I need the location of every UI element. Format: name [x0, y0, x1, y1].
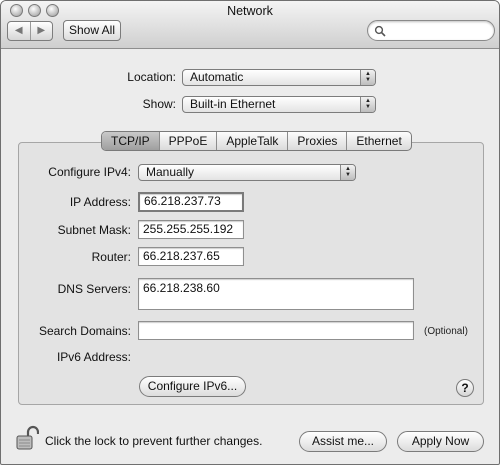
ip-address-label: IP Address:	[69, 195, 131, 209]
tab-pppoe[interactable]: PPPoE	[158, 132, 217, 150]
location-popup[interactable]: Automatic ▲ ▼	[182, 69, 376, 86]
configure-ipv6-button[interactable]: Configure IPv6...	[139, 376, 246, 397]
ipv6-address-label: IPv6 Address:	[56, 350, 131, 364]
back-arrow-icon[interactable]: ◀	[8, 22, 31, 40]
popup-arrows-icon: ▲ ▼	[340, 165, 355, 180]
tcpip-panel	[18, 142, 484, 405]
optional-hint: (Optional)	[424, 326, 468, 337]
show-popup[interactable]: Built-in Ethernet ▲ ▼	[182, 96, 376, 113]
tab-proxies[interactable]: Proxies	[287, 132, 346, 150]
tab-tcpip[interactable]: TCP/IP	[102, 132, 159, 150]
router-field[interactable]: 66.218.237.65	[138, 247, 244, 266]
configure-ipv4-popup[interactable]: Manually ▲ ▼	[138, 164, 356, 181]
search-icon	[374, 25, 386, 37]
location-value: Automatic	[190, 70, 244, 84]
popup-arrows-icon: ▲ ▼	[360, 97, 375, 112]
show-all-button[interactable]: Show All	[63, 20, 121, 41]
lock-icon[interactable]	[15, 425, 39, 451]
apply-now-button[interactable]: Apply Now	[397, 431, 484, 452]
back-forward-control: ◀ ▶	[7, 21, 53, 41]
search-domains-field[interactable]	[138, 321, 414, 340]
router-label: Router:	[91, 250, 131, 264]
assist-me-button[interactable]: Assist me...	[299, 431, 387, 452]
window-title: Network	[227, 4, 273, 18]
network-preferences-window: Network ◀ ▶ Show All Location: Automatic…	[0, 0, 500, 465]
toolbar: Network ◀ ▶ Show All	[1, 1, 499, 49]
configure-ipv4-value: Manually	[146, 165, 195, 179]
configure-ipv4-label: Configure IPv4:	[48, 165, 131, 179]
dns-servers-field[interactable]: 66.218.238.60	[138, 278, 414, 310]
subnet-mask-field[interactable]: 255.255.255.192	[138, 220, 244, 239]
ip-address-field[interactable]: 66.218.237.73	[138, 192, 244, 212]
help-button[interactable]: ?	[456, 379, 474, 397]
tab-ethernet[interactable]: Ethernet	[346, 132, 410, 150]
location-label: Location:	[127, 70, 176, 84]
search-field[interactable]	[367, 20, 495, 41]
popup-arrows-icon: ▲ ▼	[360, 70, 375, 85]
dns-servers-label: DNS Servers:	[57, 282, 131, 296]
tab-appletalk[interactable]: AppleTalk	[216, 132, 287, 150]
subnet-mask-label: Subnet Mask:	[57, 223, 131, 237]
forward-arrow-icon[interactable]: ▶	[31, 22, 53, 40]
search-domains-label: Search Domains:	[38, 324, 131, 338]
show-label: Show:	[142, 97, 176, 111]
tab-bar: TCP/IP PPPoE AppleTalk Proxies Ethernet	[101, 131, 412, 151]
search-input[interactable]	[388, 23, 488, 38]
lock-status-text: Click the lock to prevent further change…	[45, 434, 263, 448]
show-value: Built-in Ethernet	[190, 97, 276, 111]
